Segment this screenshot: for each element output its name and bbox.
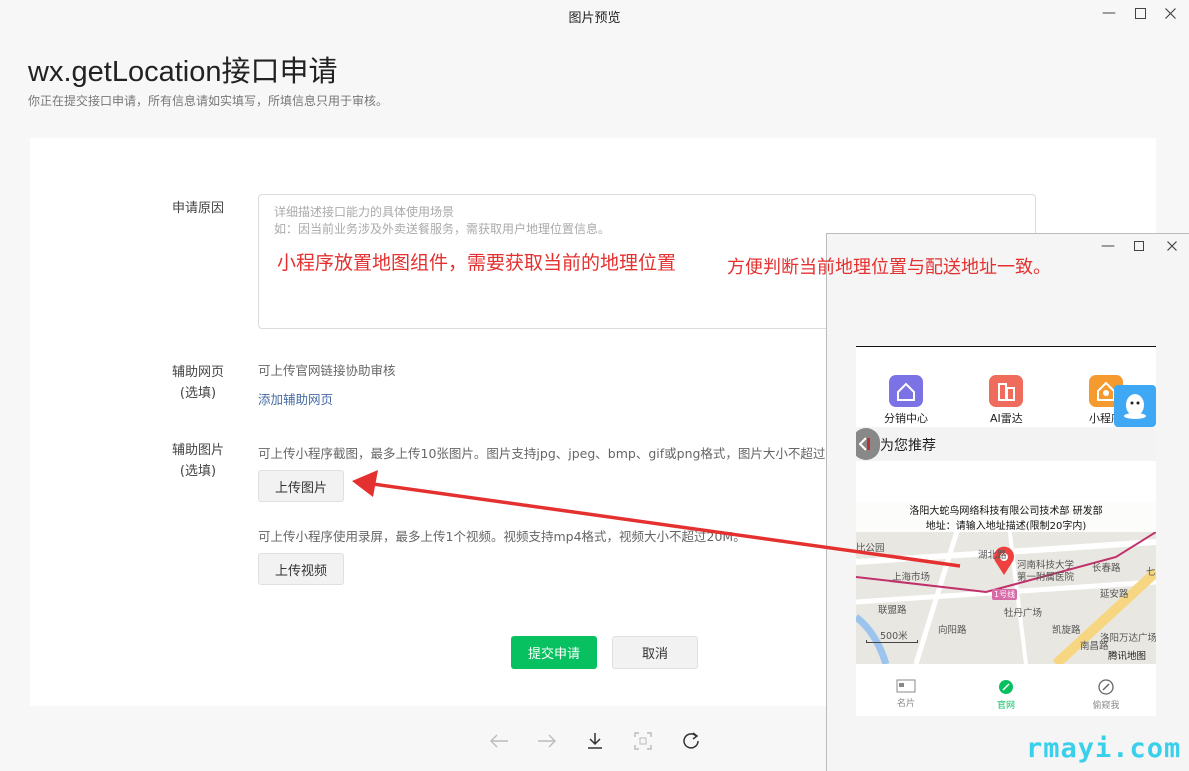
annotation-arrow (352, 470, 961, 568)
watermark: rmayi.com (1026, 733, 1182, 764)
